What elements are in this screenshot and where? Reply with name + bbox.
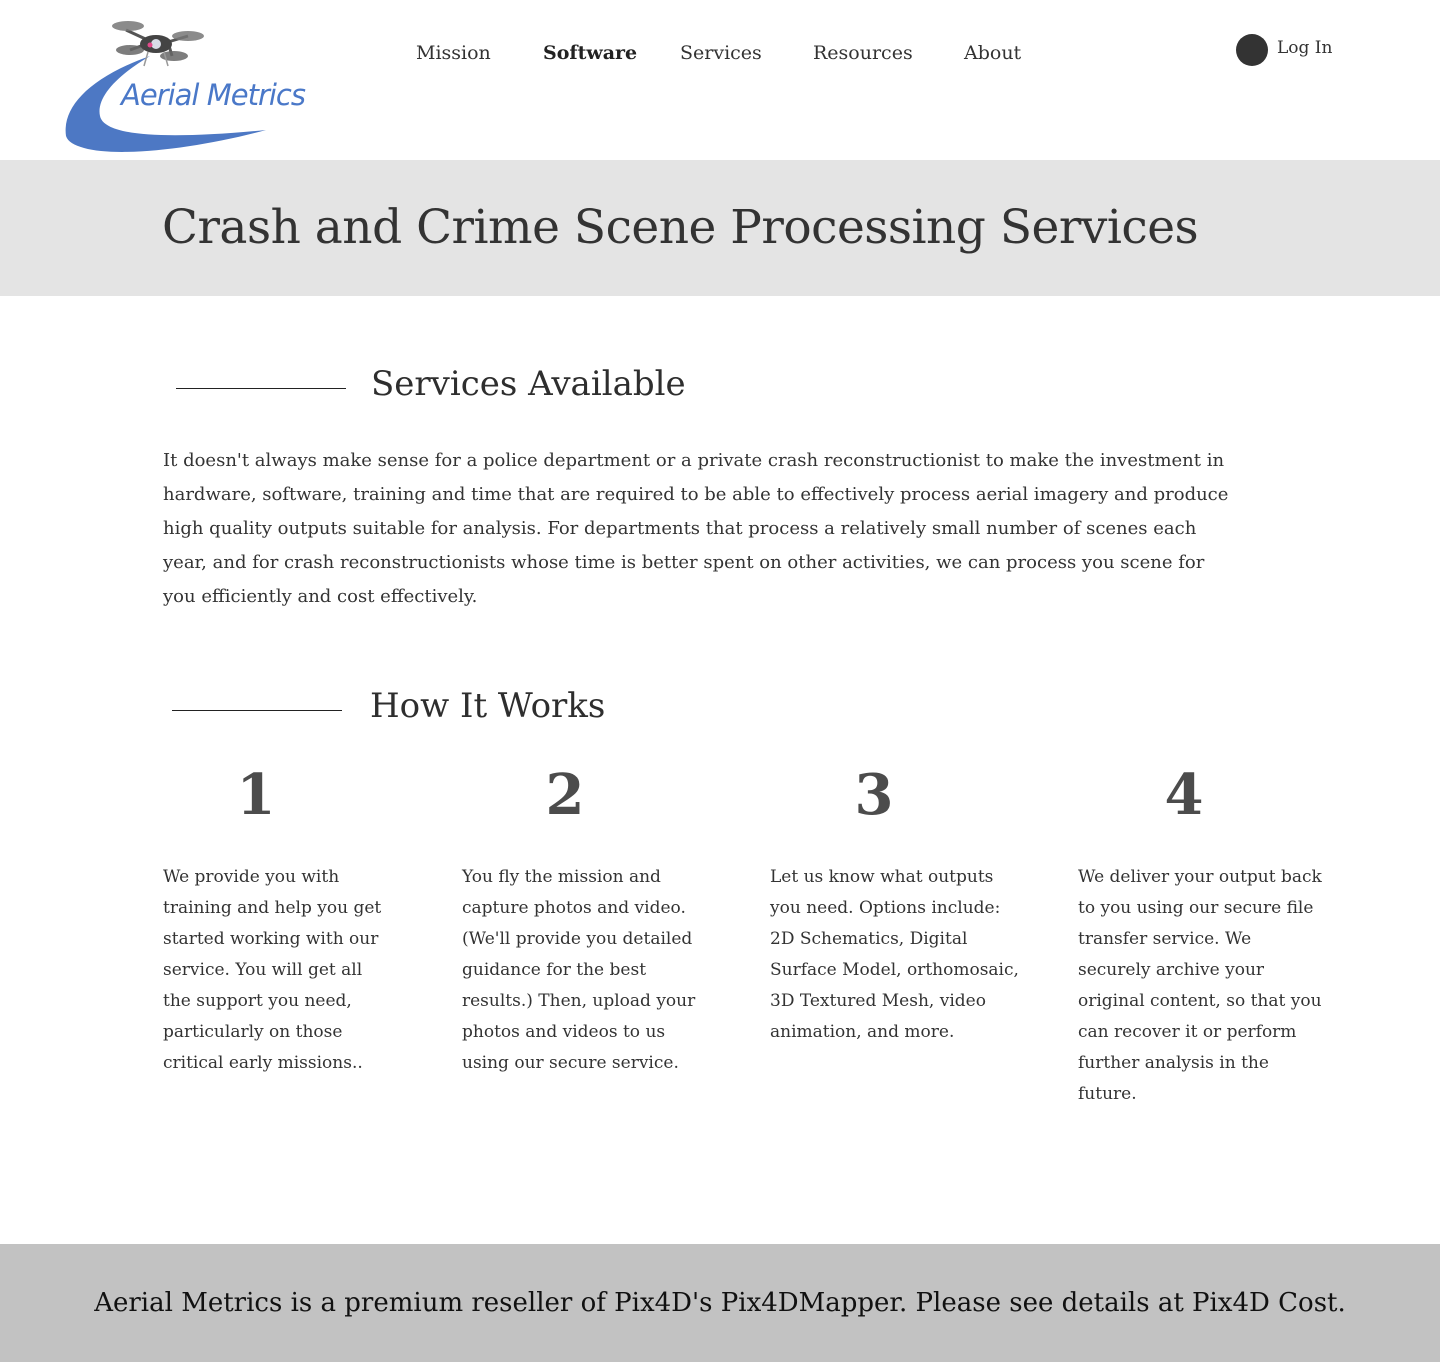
nav-item-services[interactable]: Services [680,42,762,64]
site-header: Aerial Metrics Mission Software Services… [0,0,1440,160]
footer-text: Aerial Metrics is a premium reseller of … [94,1288,1346,1318]
footer-band: Aerial Metrics is a premium reseller of … [0,1244,1440,1362]
step-description: Let us know what outputs you need. Optio… [770,867,1019,1042]
step-description: You fly the mission and capture photos a… [462,867,696,1073]
step-description: We deliver your output back to you using… [1078,867,1322,1104]
step-number: 3 [854,762,894,828]
title-band: Crash and Crime Scene Processing Service… [0,160,1440,296]
nav-item-mission[interactable]: Mission [416,42,491,64]
step-number: 2 [545,762,585,828]
login-label[interactable]: Log In [1277,38,1332,58]
nav-item-resources[interactable]: Resources [813,42,913,64]
step-description: We provide you with training and help yo… [163,867,382,1073]
nav-item-software[interactable]: Software [543,42,637,64]
login-button[interactable]: Log In [1236,34,1332,66]
services-heading: Services Available [371,364,686,404]
section-divider [176,388,346,389]
nav-item-about[interactable]: About [964,42,1021,64]
section-divider [172,710,342,711]
logo-text: Aerial Metrics [121,78,306,112]
page-title: Crash and Crime Scene Processing Service… [162,200,1199,255]
step-number: 1 [236,762,276,828]
services-intro-text: It doesn't always make sense for a polic… [163,450,1229,607]
user-avatar-icon[interactable] [1236,34,1268,66]
how-it-works-heading: How It Works [370,686,606,726]
step-number: 4 [1164,762,1204,828]
